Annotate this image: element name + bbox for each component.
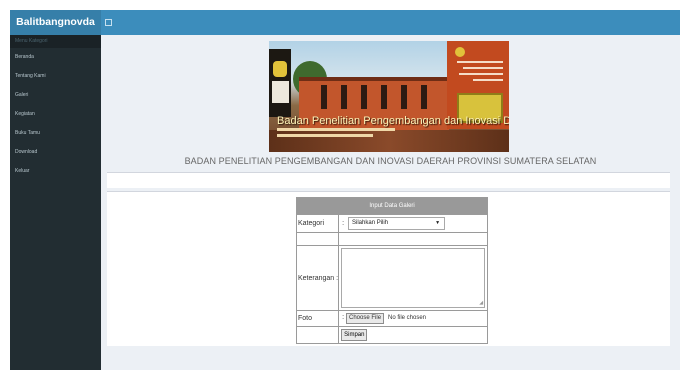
institution-title: BADAN PENELITIAN PENGEMBANGAN DAN INOVAS… bbox=[184, 156, 597, 166]
sign-text-line bbox=[473, 79, 503, 81]
sidebar-item-buku-tamu[interactable]: Buku Tamu bbox=[10, 124, 101, 143]
sidebar: Balitbangnovda Menu Kategori Beranda Ten… bbox=[10, 10, 101, 370]
kategori-label: Kategori bbox=[298, 220, 325, 227]
sidebar-item-kegiatan[interactable]: Kegiatan bbox=[10, 105, 101, 124]
empty-panel bbox=[107, 172, 670, 188]
separator: : bbox=[336, 274, 339, 282]
building-window bbox=[381, 85, 387, 109]
resize-handle-icon[interactable]: ◢ bbox=[479, 301, 483, 306]
chevron-down-icon: ▼ bbox=[435, 220, 441, 226]
foto-field-cell: : Choose File No file chosen bbox=[338, 310, 489, 327]
spacer-cell bbox=[295, 232, 340, 246]
foto-label: Foto bbox=[298, 315, 313, 322]
keterangan-label-cell: Keterangan : bbox=[295, 245, 340, 311]
building-window bbox=[321, 85, 327, 109]
keterangan-label: Keterangan bbox=[298, 274, 335, 282]
building-window bbox=[401, 85, 407, 109]
file-status-text: No file chosen bbox=[387, 315, 427, 321]
sign-text-line bbox=[463, 67, 503, 69]
main-content: Badan Penelitian Pengembangan dan Inovas… bbox=[101, 35, 680, 370]
emblem-icon bbox=[455, 47, 465, 57]
header-banner-image: Badan Penelitian Pengembangan dan Inovas… bbox=[269, 41, 509, 152]
banner-caption: Badan Penelitian Pengembangan dan Inovas… bbox=[277, 115, 509, 127]
keterangan-field-cell: ◢ bbox=[338, 245, 489, 311]
menu-header: Menu Kategori bbox=[10, 35, 101, 48]
keterangan-textarea[interactable]: ◢ bbox=[341, 248, 486, 308]
building-window bbox=[421, 85, 427, 109]
signpost-left bbox=[269, 49, 291, 117]
sign-text-line bbox=[457, 61, 503, 63]
kategori-selected-value: Silahkan Pilih bbox=[352, 220, 389, 226]
kategori-label-cell: Kategori bbox=[295, 214, 340, 233]
kategori-select[interactable]: Silahkan Pilih ▼ bbox=[348, 217, 446, 230]
form-title: Input Data Galeri bbox=[295, 197, 489, 215]
banner-subline bbox=[277, 128, 395, 131]
submit-cell: Simpan bbox=[338, 326, 489, 344]
sidebar-item-tentang-kami[interactable]: Tentang Kami bbox=[10, 67, 101, 86]
top-navbar bbox=[101, 10, 680, 35]
sign-panel bbox=[272, 81, 289, 103]
simpan-button[interactable]: Simpan bbox=[341, 329, 368, 341]
province-emblem-icon bbox=[273, 61, 287, 77]
building-window bbox=[341, 85, 347, 109]
choose-file-button[interactable]: Choose File bbox=[346, 313, 385, 324]
sidebar-item-keluar[interactable]: Keluar bbox=[10, 162, 101, 181]
sidebar-item-galeri[interactable]: Galeri bbox=[10, 86, 101, 105]
sidebar-item-download[interactable]: Download bbox=[10, 143, 101, 162]
menu-toggle-icon[interactable] bbox=[105, 19, 112, 26]
sidebar-item-beranda[interactable]: Beranda bbox=[10, 48, 101, 67]
spacer-cell bbox=[338, 232, 489, 246]
gallery-form-panel: Input Data Galeri Kategori : Silahkan Pi… bbox=[107, 191, 670, 346]
banner-subline bbox=[277, 134, 373, 137]
separator: : bbox=[342, 220, 345, 228]
building-window bbox=[361, 85, 367, 109]
kategori-field-cell: : Silahkan Pilih ▼ bbox=[338, 214, 489, 233]
sign-text-line bbox=[459, 73, 503, 75]
separator: : bbox=[342, 314, 345, 321]
gallery-input-form: Input Data Galeri Kategori : Silahkan Pi… bbox=[295, 197, 489, 344]
spacer-cell bbox=[295, 326, 340, 344]
app-window: Balitbangnovda Menu Kategori Beranda Ten… bbox=[10, 10, 680, 370]
foto-label-cell: Foto bbox=[295, 310, 340, 327]
brand-logo[interactable]: Balitbangnovda bbox=[10, 10, 101, 35]
